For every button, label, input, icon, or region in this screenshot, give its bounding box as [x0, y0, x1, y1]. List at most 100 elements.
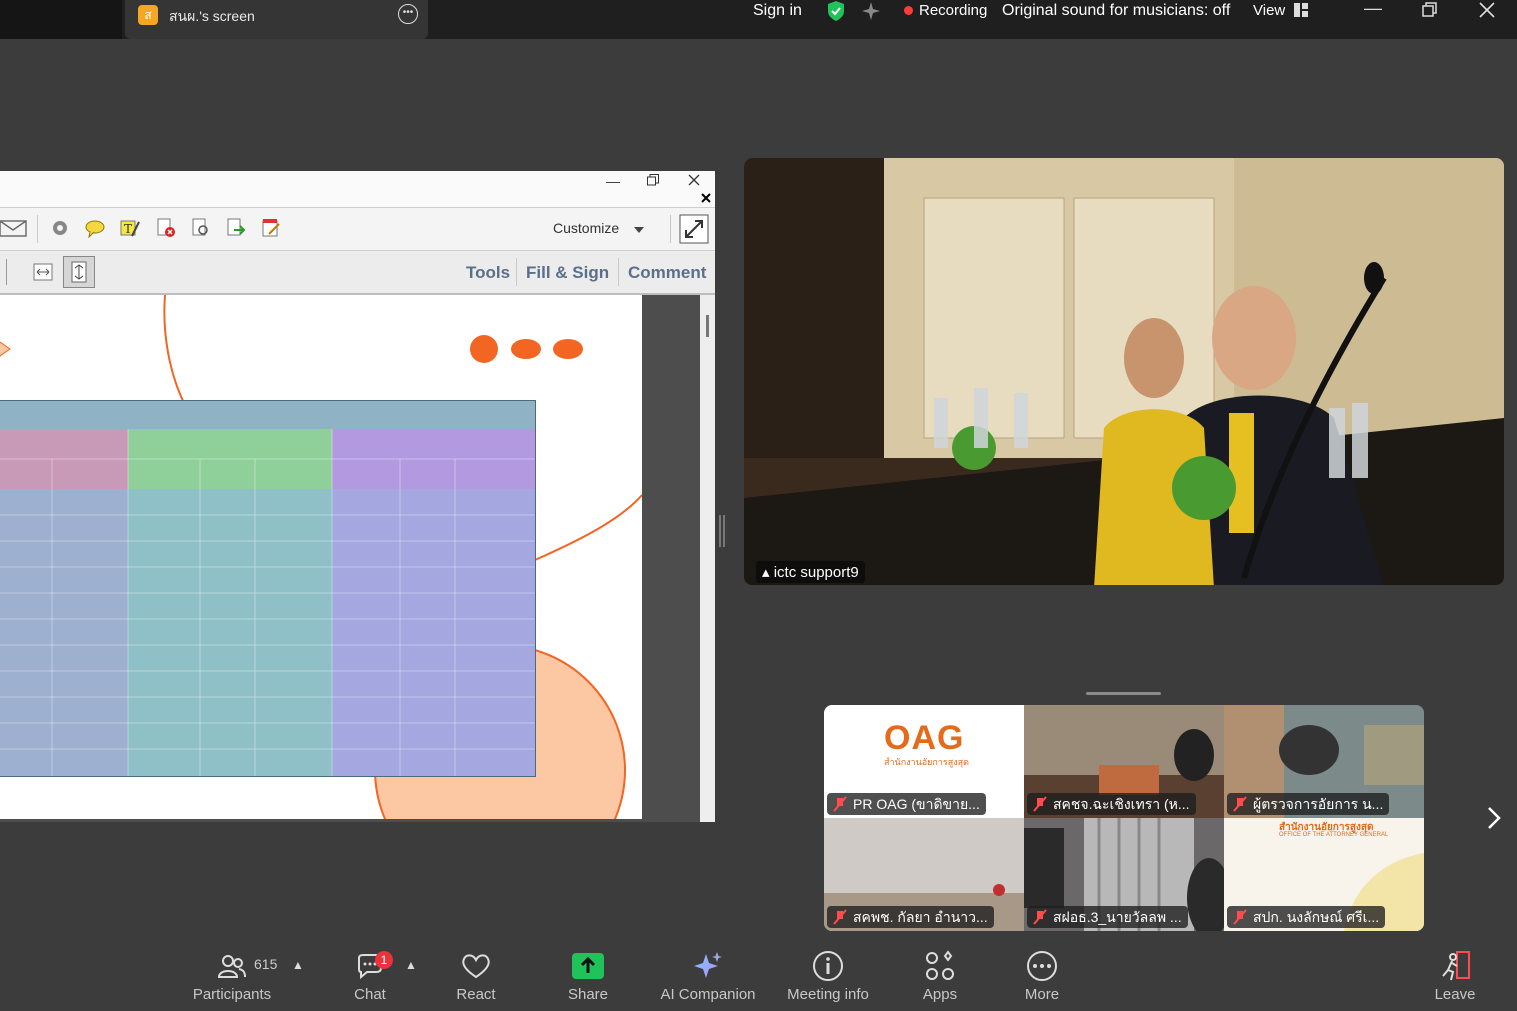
minimize-icon[interactable]: —	[1364, 0, 1382, 19]
more-label: More	[1024, 986, 1060, 1003]
mic-muted-icon	[833, 909, 847, 925]
participants-label: Participants	[192, 986, 272, 1003]
participant-name: PR OAG (ขาดิขาย...	[827, 793, 986, 815]
mic-muted-icon	[1233, 909, 1247, 925]
fit-page-icon[interactable]	[63, 256, 95, 288]
oag-logo: OAG	[884, 719, 965, 757]
pdf-minimize-icon[interactable]: —	[606, 173, 620, 189]
close-icon[interactable]	[1479, 2, 1495, 18]
chat-unread-badge: 1	[375, 951, 393, 969]
participants-icon	[218, 955, 246, 978]
shared-pdf-window: — T Customize Tools Fill & Sign Comment	[0, 171, 715, 822]
shield-check-icon[interactable]	[826, 0, 846, 22]
pdf-scroll-thumb[interactable]	[706, 315, 709, 337]
pdf-nav-toolbar: Tools Fill & Sign Comment	[0, 251, 715, 295]
pdf-restore-icon[interactable]	[647, 174, 659, 186]
highlight-text-icon[interactable]: T	[120, 218, 140, 238]
sharer-avatar-badge: ส	[138, 5, 158, 25]
document-viewport[interactable]	[0, 295, 715, 822]
email-icon[interactable]	[0, 218, 28, 238]
tab-tools[interactable]: Tools	[466, 263, 510, 283]
participant-name: สฝอธ.3_นายวัลลพ ...	[1027, 906, 1188, 928]
active-speaker-video[interactable]	[744, 158, 1504, 585]
apps-icon	[926, 950, 954, 980]
tab-fill-sign[interactable]: Fill & Sign	[526, 263, 609, 283]
sign-in-link[interactable]: Sign in	[753, 2, 802, 20]
meeting-info-button[interactable]: Meeting info	[773, 948, 883, 1003]
export-page-icon[interactable]	[226, 218, 246, 238]
sign-document-icon[interactable]	[261, 218, 281, 238]
ai-companion-button[interactable]: AI Companion	[653, 948, 763, 1003]
original-sound-status[interactable]: Original sound for musicians: off	[1002, 2, 1230, 20]
comment-bubble-icon[interactable]	[85, 218, 105, 238]
pdf-close-icon[interactable]	[688, 174, 700, 186]
more-icon	[1027, 951, 1057, 981]
meeting-info-label: Meeting info	[787, 986, 869, 1003]
pin-icon: ▴	[762, 564, 774, 581]
apps-label: Apps	[922, 986, 958, 1003]
participant-tile[interactable]: สำนักงานอัยการสูงสุด OFFICE OF THE ATTOR…	[1224, 818, 1424, 931]
chevron-right-icon[interactable]	[1486, 806, 1502, 830]
recording-label[interactable]: Recording	[919, 2, 987, 19]
leave-button[interactable]: Leave	[1400, 948, 1510, 1003]
delete-page-icon[interactable]	[156, 218, 176, 238]
mic-muted-icon	[1033, 909, 1047, 925]
slide-graphic	[0, 295, 642, 819]
pdf-toolbar: T Customize	[0, 208, 715, 251]
participant-name: สคพช. กัลยา อำนาว...	[827, 906, 994, 928]
restore-icon[interactable]	[1422, 2, 1438, 18]
participants-chevron-up-icon[interactable]: ▲	[292, 958, 304, 972]
left-tab-area	[0, 0, 122, 39]
pdf-scrollbar[interactable]	[700, 295, 715, 822]
heart-icon	[462, 954, 490, 979]
chat-chevron-up-icon[interactable]: ▲	[405, 958, 417, 972]
page-search-icon[interactable]	[191, 218, 211, 238]
participants-count: 615	[254, 956, 278, 972]
more-options-icon[interactable]: •••	[398, 4, 418, 24]
participant-tile[interactable]: OAG สำนักงานอัยการสูงสุด PR OAG (ขาดิขาย…	[824, 705, 1024, 818]
share-label: Share	[567, 986, 609, 1003]
participant-tile[interactable]: สคพช. กัลยา อำนาว...	[824, 818, 1024, 931]
oag-logo-subtitle: สำนักงานอัยการสูงสุด	[884, 757, 969, 767]
leave-label: Leave	[1434, 986, 1476, 1003]
share-screen-icon	[572, 953, 604, 979]
view-layout-icon[interactable]	[1294, 3, 1308, 17]
participant-tile[interactable]: สฝอธ.3_นายวัลลพ ...	[1024, 818, 1224, 931]
tab-comment[interactable]: Comment	[628, 263, 706, 283]
speaker-name: ictc support9	[773, 564, 859, 581]
chevron-down-icon[interactable]	[634, 227, 644, 233]
ai-companion-label: AI Companion	[660, 986, 756, 1003]
ai-sparkle-icon	[694, 952, 722, 978]
pdf-titlebar: —	[0, 171, 715, 208]
share-title: สนผ.'s screen	[169, 8, 255, 24]
panel-splitter-handle[interactable]	[719, 515, 725, 547]
pdf-page[interactable]	[0, 295, 642, 819]
sparkle-icon[interactable]	[860, 0, 882, 22]
react-label: React	[456, 986, 496, 1003]
apps-button[interactable]: Apps	[885, 948, 995, 1003]
doc-close-icon[interactable]	[701, 193, 711, 203]
more-button[interactable]: More	[987, 948, 1097, 1003]
gear-icon[interactable]	[50, 218, 70, 238]
leave-icon	[1442, 951, 1470, 981]
fullscreen-icon[interactable]	[679, 214, 709, 244]
gallery-drag-handle[interactable]	[1086, 692, 1161, 695]
mic-muted-icon	[1233, 796, 1247, 812]
chat-label: Chat	[354, 986, 386, 1003]
participant-name: สคชจ.ฉะเชิงเทรา (ห...	[1027, 793, 1196, 815]
customize-dropdown[interactable]: Customize	[553, 220, 619, 236]
participant-tile[interactable]: ผู้ตรวจการอัยการ น...	[1224, 705, 1424, 818]
recording-dot-icon	[904, 6, 913, 15]
participant-tile[interactable]: สคชจ.ฉะเชิงเทรา (ห...	[1024, 705, 1224, 818]
speaker-video-frame	[744, 158, 1504, 585]
participant-gallery: OAG สำนักงานอัยการสูงสุด PR OAG (ขาดิขาย…	[824, 705, 1424, 931]
chat-button[interactable]: Chat	[315, 948, 425, 1003]
fit-width-icon[interactable]	[32, 261, 54, 283]
screen-share-tab[interactable]: ส สนผ.'s screen •••	[125, 0, 428, 39]
speaker-name-label: ▴ ictc support9	[756, 561, 865, 583]
react-button[interactable]: React	[421, 948, 531, 1003]
view-button[interactable]: View	[1253, 2, 1285, 19]
share-button[interactable]: Share	[533, 948, 643, 1003]
mic-muted-icon	[833, 796, 847, 812]
participant-name: สปก. นงลักษณ์ ศรีเ...	[1227, 906, 1386, 928]
